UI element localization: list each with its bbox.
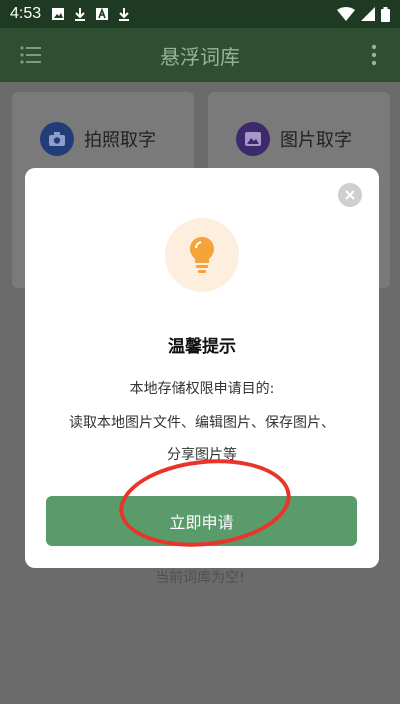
status-left-icons — [51, 7, 131, 21]
download-icon — [119, 8, 130, 21]
status-bar: 4:53 — [0, 0, 400, 28]
dialog-line-share: 分享图片等 — [167, 447, 237, 463]
more-vert-icon[interactable] — [370, 44, 378, 66]
close-icon — [345, 190, 355, 200]
signal-icon — [361, 7, 375, 21]
app-title: 悬浮词库 — [160, 44, 240, 69]
capture-photo-button[interactable]: 拍照取字 — [40, 122, 156, 156]
dialog-title: 温馨提示 — [168, 337, 236, 357]
image-icon — [52, 8, 65, 20]
download-icon — [75, 8, 86, 21]
status-time: 4:53 — [10, 5, 42, 22]
apply-now-button[interactable]: 立即申请 — [46, 496, 357, 546]
lightbulb-badge — [165, 218, 239, 292]
menu-icon[interactable] — [20, 46, 42, 64]
dialog-line-purpose: 本地存储权限申请目的: — [129, 381, 275, 397]
status-right-icons — [337, 6, 390, 22]
empty-library-text: 当前词库为空! — [155, 570, 245, 586]
capture-photo-label: 拍照取字 — [84, 130, 156, 151]
wifi-icon — [337, 7, 355, 21]
image-text-button[interactable]: 图片取字 — [236, 122, 352, 156]
image-text-label: 图片取字 — [280, 130, 352, 151]
image-icon — [236, 122, 270, 156]
app-bar: 悬浮词库 — [0, 28, 400, 82]
close-button[interactable] — [338, 183, 362, 207]
camera-icon — [40, 122, 74, 156]
battery-icon — [381, 6, 390, 22]
a-icon — [96, 7, 109, 20]
dialog-line-details: 读取本地图片文件、编辑图片、保存图片、 — [69, 415, 335, 431]
permission-dialog: 温馨提示 本地存储权限申请目的: 读取本地图片文件、编辑图片、保存图片、 分享图… — [25, 168, 379, 568]
lightbulb-icon — [190, 237, 214, 273]
